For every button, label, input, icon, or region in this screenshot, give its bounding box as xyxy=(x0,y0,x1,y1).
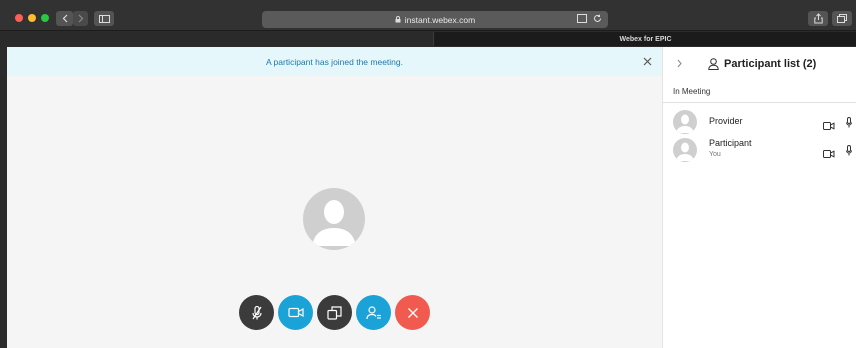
section-label: In Meeting xyxy=(673,87,711,96)
notification-message: A participant has joined the meeting. xyxy=(265,56,404,67)
panel-title: Participant list (2) xyxy=(724,58,817,70)
person-icon xyxy=(708,58,719,70)
avatar xyxy=(673,138,697,162)
person-silhouette-icon xyxy=(676,114,694,133)
participants-button[interactable] xyxy=(356,295,391,330)
tabs-icon xyxy=(837,14,847,23)
participants-icon xyxy=(365,305,381,319)
tab-inactive[interactable] xyxy=(0,32,434,46)
panel-header: Participant list (2) xyxy=(708,57,816,71)
back-button[interactable] xyxy=(56,11,73,26)
participant-row[interactable]: Provider xyxy=(663,107,856,137)
tab-overview-button[interactable] xyxy=(832,11,852,26)
share-screen-button[interactable] xyxy=(317,295,352,330)
url-text: instant.webex.com xyxy=(404,14,476,25)
share-button[interactable] xyxy=(808,11,828,26)
leave-meeting-button[interactable] xyxy=(395,295,430,330)
chevron-left-icon xyxy=(62,14,67,23)
tab-webex-for-epic[interactable]: Webex for EPIC xyxy=(435,32,856,46)
leave-meeting-icon xyxy=(407,307,418,318)
microphone-status-icon xyxy=(846,143,852,161)
forward-button[interactable] xyxy=(73,11,88,26)
video-camera-icon xyxy=(287,307,304,318)
microphone-muted-icon xyxy=(251,305,262,319)
close-window-button[interactable] xyxy=(15,14,23,22)
participant-name: Participant xyxy=(709,138,752,148)
chevron-right-icon xyxy=(78,14,83,23)
tab-bar: Webex for EPIC xyxy=(0,32,856,46)
self-avatar xyxy=(303,188,365,250)
share-screen-icon xyxy=(327,305,342,320)
person-silhouette-icon xyxy=(676,142,694,161)
sidebar-icon xyxy=(98,14,110,23)
minimize-window-button[interactable] xyxy=(28,14,36,22)
participant-subtitle: You xyxy=(709,151,721,158)
address-bar[interactable]: instant.webex.com xyxy=(262,11,608,28)
avatar xyxy=(673,110,697,134)
microphone-status-icon xyxy=(846,115,852,133)
browser-window: instant.webex.com Webex for EPIC A parti… xyxy=(0,0,856,348)
chevron-right-icon xyxy=(677,59,682,67)
webex-meeting-page: A participant has joined the meeting. Pa… xyxy=(7,47,856,348)
video-button[interactable] xyxy=(278,295,313,330)
participant-row[interactable]: Participant You xyxy=(663,135,856,165)
reader-icon[interactable] xyxy=(577,14,587,23)
browser-toolbar: instant.webex.com xyxy=(0,0,856,31)
collapse-panel-button[interactable] xyxy=(674,57,684,69)
video-status-icon xyxy=(823,117,835,135)
reload-icon[interactable] xyxy=(593,14,602,23)
mute-button[interactable] xyxy=(239,295,274,330)
person-silhouette-icon xyxy=(312,200,356,246)
tab-title: Webex for EPIC xyxy=(619,35,672,43)
join-notification-banner: A participant has joined the meeting. xyxy=(7,47,662,76)
divider xyxy=(663,102,856,103)
sidebar-toggle-button[interactable] xyxy=(94,11,114,26)
close-icon xyxy=(643,57,651,65)
lock-icon xyxy=(395,16,401,23)
participants-panel: Participant list (2) In Meeting Provider xyxy=(662,47,856,348)
close-notification-button[interactable] xyxy=(641,55,653,67)
participant-name: Provider xyxy=(709,116,743,126)
zoom-window-button[interactable] xyxy=(41,14,49,22)
meeting-controls xyxy=(239,295,430,330)
video-stage: A participant has joined the meeting. xyxy=(7,47,662,348)
video-status-icon xyxy=(823,145,835,163)
share-icon xyxy=(813,13,823,24)
